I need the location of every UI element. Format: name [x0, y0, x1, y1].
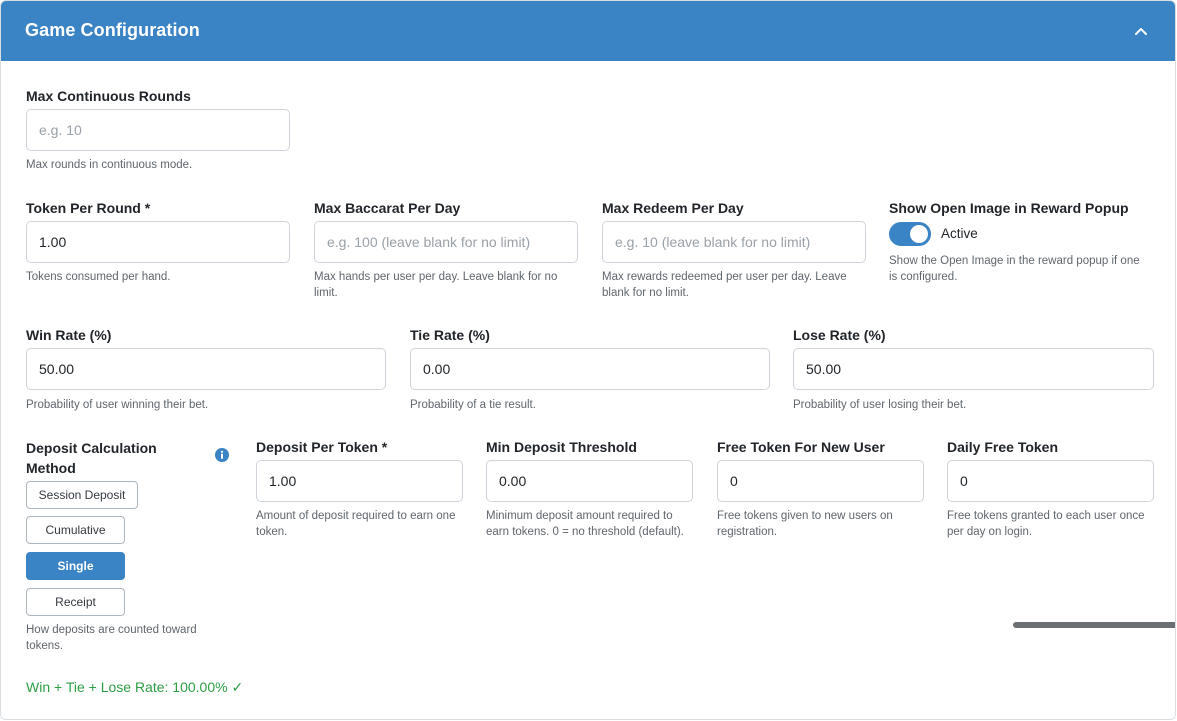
show-open-image-toggle[interactable]: [889, 222, 931, 246]
daily-free-token-label: Daily Free Token: [947, 439, 1059, 455]
max-baccarat-per-day-help: Max hands per user per day. Leave blank …: [314, 271, 558, 299]
deposit-per-token-label: Deposit Per Token *: [256, 439, 388, 455]
deposit-per-token-input[interactable]: [256, 460, 463, 502]
token-per-round-input[interactable]: [26, 221, 290, 263]
max-continuous-rounds-label: Max Continuous Rounds: [26, 88, 191, 104]
free-token-new-user-label: Free Token For New User: [717, 439, 885, 455]
deposit-method-receipt[interactable]: Receipt: [26, 588, 125, 616]
max-redeem-per-day-label: Max Redeem Per Day: [602, 200, 744, 216]
tie-rate-help: Probability of a tie result.: [410, 399, 536, 411]
show-open-image-label: Show Open Image in Reward Popup: [889, 200, 1129, 216]
chevron-up-icon[interactable]: [1133, 23, 1149, 39]
lose-rate-input[interactable]: [793, 348, 1154, 390]
tie-rate-input[interactable]: [410, 348, 770, 390]
info-icon[interactable]: [214, 447, 230, 463]
deposit-per-token-help: Amount of deposit required to earn one t…: [256, 510, 456, 538]
max-redeem-per-day-input[interactable]: [602, 221, 866, 263]
deposit-method-cumulative[interactable]: Cumulative: [26, 516, 125, 544]
max-baccarat-per-day-input[interactable]: [314, 221, 578, 263]
rate-total-status: Win + Tie + Lose Rate: 100.00% ✓: [26, 679, 244, 695]
token-per-round-help: Tokens consumed per hand.: [26, 271, 171, 283]
min-deposit-threshold-help: Minimum deposit amount required to earn …: [486, 510, 684, 538]
deposit-method-session-deposit[interactable]: Session Deposit: [26, 481, 138, 509]
deposit-method-single[interactable]: Single: [26, 552, 125, 580]
min-deposit-threshold-label: Min Deposit Threshold: [486, 439, 637, 455]
max-continuous-rounds-input[interactable]: [26, 109, 290, 151]
tie-rate-label: Tie Rate (%): [410, 327, 490, 343]
free-token-new-user-help: Free tokens given to new users on regist…: [717, 510, 893, 538]
win-rate-help: Probability of user winning their bet.: [26, 399, 209, 411]
card-title: Game Configuration: [25, 20, 200, 40]
win-rate-input[interactable]: [26, 348, 386, 390]
card-header[interactable]: Game Configuration: [1, 1, 1175, 61]
horizontal-scrollbar[interactable]: [1013, 622, 1175, 628]
free-token-new-user-input[interactable]: [717, 460, 924, 502]
max-baccarat-per-day-label: Max Baccarat Per Day: [314, 200, 461, 216]
lose-rate-help: Probability of user losing their bet.: [793, 399, 967, 411]
daily-free-token-input[interactable]: [947, 460, 1154, 502]
toggle-knob: [910, 225, 928, 243]
daily-free-token-help: Free tokens granted to each user once pe…: [947, 510, 1145, 538]
deposit-method-label: Deposit Calculation Method: [26, 440, 157, 476]
show-open-image-state: Active: [941, 226, 978, 241]
game-configuration-card: Game Configuration Max Continuous Rounds…: [0, 0, 1176, 720]
lose-rate-label: Lose Rate (%): [793, 327, 886, 343]
win-rate-label: Win Rate (%): [26, 327, 112, 343]
min-deposit-threshold-input[interactable]: [486, 460, 693, 502]
token-per-round-label: Token Per Round *: [26, 200, 151, 216]
max-redeem-per-day-help: Max rewards redeemed per user per day. L…: [602, 271, 847, 299]
show-open-image-help: Show the Open Image in the reward popup …: [889, 255, 1140, 283]
deposit-method-help: How deposits are counted toward tokens.: [26, 624, 197, 652]
max-continuous-rounds-help: Max rounds in continuous mode.: [26, 159, 193, 171]
